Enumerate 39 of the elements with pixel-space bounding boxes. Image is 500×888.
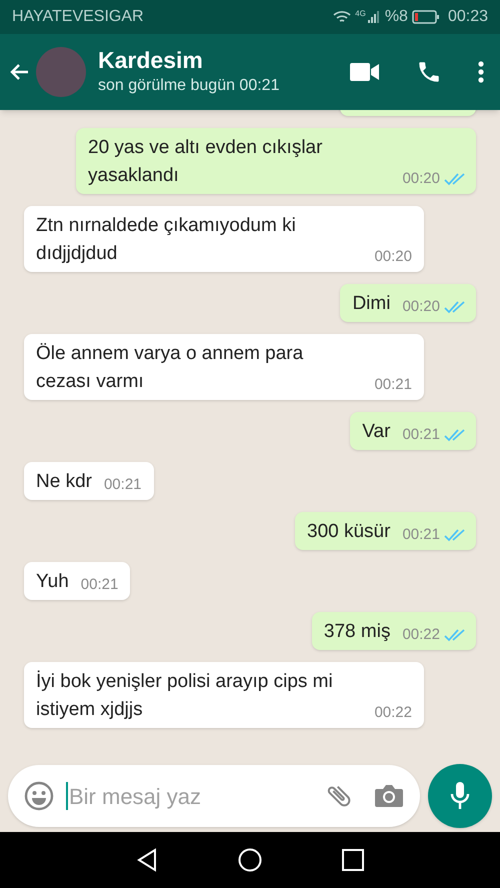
- wifi-icon: [333, 10, 352, 24]
- carrier-name: HAYATEVESIGAR: [12, 7, 144, 27]
- message-time: 00:21: [374, 376, 412, 394]
- message-text: Var: [362, 420, 390, 444]
- message-time: 00:21: [104, 476, 142, 494]
- signal-icon: [366, 10, 381, 24]
- composer-bar[interactable]: Bir mesaj yaz: [8, 765, 420, 827]
- message-time: 00:21: [402, 426, 440, 444]
- message-text: Ztn nırnaldede çıkamıyodum ki dıdjjdjdud: [36, 214, 297, 266]
- emoji-icon[interactable]: [24, 781, 54, 811]
- message-text: 300 küsür: [307, 520, 390, 544]
- voice-message-button[interactable]: [428, 764, 492, 828]
- message-text: Yuh: [36, 570, 69, 594]
- more-options-icon[interactable]: [478, 61, 484, 83]
- battery-percent: %8: [384, 7, 408, 27]
- microphone-icon: [450, 781, 470, 811]
- message-time: 00:20: [402, 170, 440, 188]
- clock: 00:23: [448, 7, 488, 27]
- message-time: 00:20: [374, 248, 412, 266]
- recents-nav-icon[interactable]: [342, 849, 364, 871]
- last-seen-status: son görülme bugün 00:21: [98, 76, 280, 96]
- battery-icon: [412, 10, 440, 24]
- message-time: 00:22: [402, 626, 440, 644]
- message-time: 00:21: [80, 576, 118, 594]
- contact-name[interactable]: Kardesim: [98, 46, 350, 74]
- message-text: 378 miş: [324, 620, 390, 644]
- message-text: Öle annem varya o annem para cezası varmı: [36, 342, 304, 394]
- video-call-icon[interactable]: [350, 62, 380, 82]
- message-text: Ne kdr: [36, 470, 92, 494]
- network-label: 4G: [355, 8, 366, 20]
- message-time: 00:21: [402, 526, 440, 544]
- message-text: Dimi: [352, 292, 390, 316]
- message-time: 00:22: [374, 704, 412, 722]
- camera-icon[interactable]: [374, 783, 404, 809]
- back-nav-icon[interactable]: [136, 848, 158, 872]
- message-time: 00:20: [402, 298, 440, 316]
- message-text: 20 yas ve altı evden cıkışlar yasaklandı: [88, 136, 324, 188]
- home-nav-icon[interactable]: [238, 848, 262, 872]
- message-text: İyi bok yenişler polisi arayıp cips mi istiyem xjdjjs: [36, 670, 334, 722]
